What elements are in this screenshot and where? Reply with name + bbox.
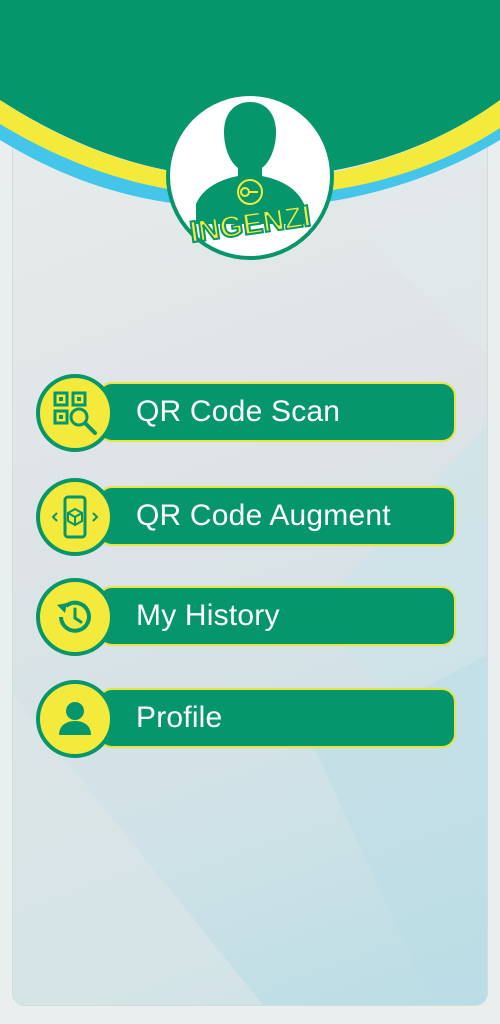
menu-item-my-history[interactable]: My History [36,578,456,658]
qr-scan-icon [36,374,114,452]
menu-item-label: QR Code Scan [136,395,341,428]
history-icon [36,578,114,656]
ar-phone-cube-icon [36,478,114,556]
user-profile-icon [36,680,114,758]
ingenzi-logo: INGENZI [158,92,342,262]
menu-item-label: QR Code Augment [136,499,391,532]
menu-item-label: My History [136,599,280,632]
menu-item-profile[interactable]: Profile [36,680,456,760]
menu-item-qr-augment[interactable]: QR Code Augment [36,478,456,558]
menu-item-label: Profile [136,701,223,734]
menu-item-qr-scan[interactable]: QR Code Scan [36,374,456,454]
